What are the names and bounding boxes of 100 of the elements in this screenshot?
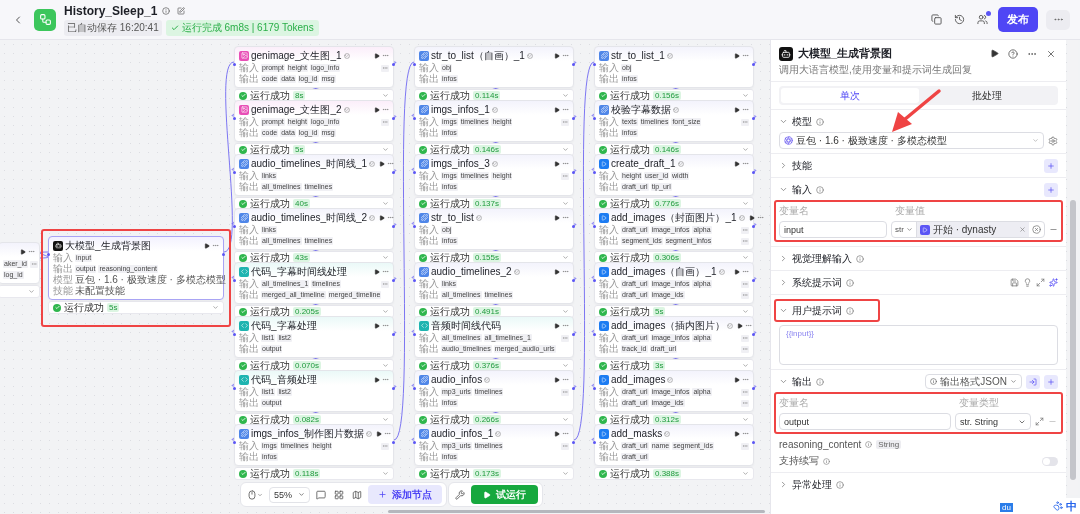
- format-select[interactable]: 输出格式JSON: [925, 374, 1022, 389]
- model-select[interactable]: 豆包 · 1.6 · 极致速度 · 多模态模型: [779, 132, 1044, 149]
- play-icon[interactable]: [734, 268, 740, 275]
- info-icon[interactable]: [836, 480, 844, 489]
- info-icon[interactable]: [846, 278, 854, 287]
- more-icon[interactable]: [741, 291, 749, 299]
- chevron-down-icon[interactable]: [382, 200, 389, 207]
- more-icon[interactable]: [561, 118, 569, 126]
- zoom-select[interactable]: 55%: [269, 486, 310, 503]
- chevron-down-icon[interactable]: [382, 362, 389, 369]
- play-icon[interactable]: [554, 430, 560, 437]
- more-icon[interactable]: [741, 345, 749, 353]
- chevron-down-icon[interactable]: [28, 288, 35, 295]
- info-icon[interactable]: [823, 457, 830, 465]
- chevron-down-icon[interactable]: [742, 200, 749, 207]
- more-icon[interactable]: [741, 118, 749, 126]
- ime-indicator[interactable]: 中: [1050, 498, 1080, 514]
- run-status-bar[interactable]: 运行成功 0.173s: [414, 467, 574, 480]
- chevron-right-icon[interactable]: [779, 254, 788, 263]
- chevron-down-icon[interactable]: [742, 92, 749, 99]
- run-status-bar[interactable]: [0, 285, 40, 298]
- chevron-down-icon[interactable]: [382, 416, 389, 423]
- play-icon[interactable]: [204, 242, 210, 249]
- play-icon[interactable]: [554, 106, 560, 113]
- run-status-bar[interactable]: 运行成功 0.388s: [594, 467, 754, 480]
- play-icon[interactable]: [734, 376, 740, 383]
- info-icon[interactable]: [846, 306, 854, 315]
- info-icon[interactable]: [160, 4, 173, 17]
- add-button[interactable]: [1044, 158, 1058, 173]
- play-icon[interactable]: [734, 106, 740, 113]
- play-icon[interactable]: [734, 430, 740, 437]
- play-icon[interactable]: [379, 160, 386, 167]
- publish-button[interactable]: 发布: [998, 7, 1038, 32]
- users-icon[interactable]: [975, 12, 990, 27]
- more-icon[interactable]: [741, 399, 749, 407]
- more-icon[interactable]: [741, 237, 749, 245]
- play-icon[interactable]: [748, 214, 755, 221]
- play-icon[interactable]: [374, 376, 380, 383]
- chevron-down-icon[interactable]: [742, 362, 749, 369]
- chevron-down-icon[interactable]: [382, 146, 389, 153]
- info-icon[interactable]: [816, 185, 824, 194]
- run-status-bar[interactable]: 运行成功 0.118s: [234, 467, 394, 480]
- edit-icon[interactable]: [175, 4, 188, 17]
- info-icon[interactable]: [816, 117, 824, 126]
- chevron-down-icon[interactable]: [779, 185, 788, 194]
- more-icon[interactable]: [381, 64, 389, 72]
- more-icon[interactable]: [561, 334, 569, 342]
- chevron-down-icon[interactable]: [382, 254, 389, 261]
- more-icon[interactable]: [741, 388, 749, 396]
- add-button[interactable]: [1044, 182, 1058, 197]
- chevron-down-icon[interactable]: [742, 416, 749, 423]
- more-icon[interactable]: [381, 118, 389, 126]
- toggle-switch[interactable]: [1042, 456, 1058, 466]
- more-icon[interactable]: [561, 442, 569, 450]
- chevron-down-icon[interactable]: [742, 254, 749, 261]
- add-node-button[interactable]: 添加节点: [368, 485, 442, 504]
- chevron-down-icon[interactable]: [742, 470, 749, 477]
- variable-name-field[interactable]: output: [779, 413, 951, 430]
- chevron-down-icon[interactable]: [562, 416, 569, 423]
- info-icon[interactable]: [816, 377, 824, 386]
- more-icon[interactable]: [29, 260, 38, 268]
- help-icon[interactable]: [1006, 46, 1020, 61]
- chevron-down-icon[interactable]: [562, 362, 569, 369]
- save-icon[interactable]: [1010, 278, 1019, 287]
- play-icon[interactable]: [554, 376, 560, 383]
- more-icon[interactable]: [561, 172, 569, 180]
- play-icon[interactable]: [374, 268, 380, 275]
- more-icon[interactable]: [741, 334, 749, 342]
- more-icon[interactable]: [561, 388, 569, 396]
- run-status-bar[interactable]: 运行成功 5s: [48, 301, 224, 314]
- chevron-right-icon[interactable]: [779, 278, 788, 287]
- more-icon[interactable]: [741, 226, 749, 234]
- chevron-down-icon[interactable]: [562, 92, 569, 99]
- play-icon[interactable]: [737, 322, 744, 329]
- play-icon[interactable]: [554, 214, 560, 221]
- play-icon[interactable]: [374, 106, 380, 113]
- settings-icon[interactable]: [1048, 135, 1058, 146]
- play-icon[interactable]: [554, 160, 560, 167]
- mode-tab[interactable]: 批处理: [918, 88, 1056, 103]
- chevron-down-icon[interactable]: [382, 92, 389, 99]
- chevron-down-icon[interactable]: [562, 254, 569, 261]
- chevron-down-icon[interactable]: [382, 308, 389, 315]
- wrench-icon[interactable]: [453, 487, 467, 502]
- expand-icon[interactable]: [1035, 417, 1044, 426]
- chevron-right-icon[interactable]: [779, 161, 788, 170]
- play-icon[interactable]: [20, 248, 26, 255]
- expand-icon[interactable]: [1036, 278, 1045, 287]
- play-icon[interactable]: [374, 322, 380, 329]
- chevron-down-icon[interactable]: [742, 146, 749, 153]
- variable-value-field[interactable]: str 开始 · dynasty: [891, 221, 1045, 238]
- copy-icon[interactable]: [929, 12, 944, 27]
- info-icon[interactable]: [865, 440, 873, 448]
- chevron-down-icon[interactable]: [562, 146, 569, 153]
- play-icon[interactable]: [554, 268, 560, 275]
- sparkles-icon[interactable]: [1049, 278, 1058, 287]
- play-icon[interactable]: [734, 160, 740, 167]
- chevron-down-icon[interactable]: [212, 304, 219, 311]
- chevron-down-icon[interactable]: [779, 306, 788, 315]
- play-icon[interactable]: [374, 52, 380, 59]
- add-button[interactable]: [1044, 374, 1058, 389]
